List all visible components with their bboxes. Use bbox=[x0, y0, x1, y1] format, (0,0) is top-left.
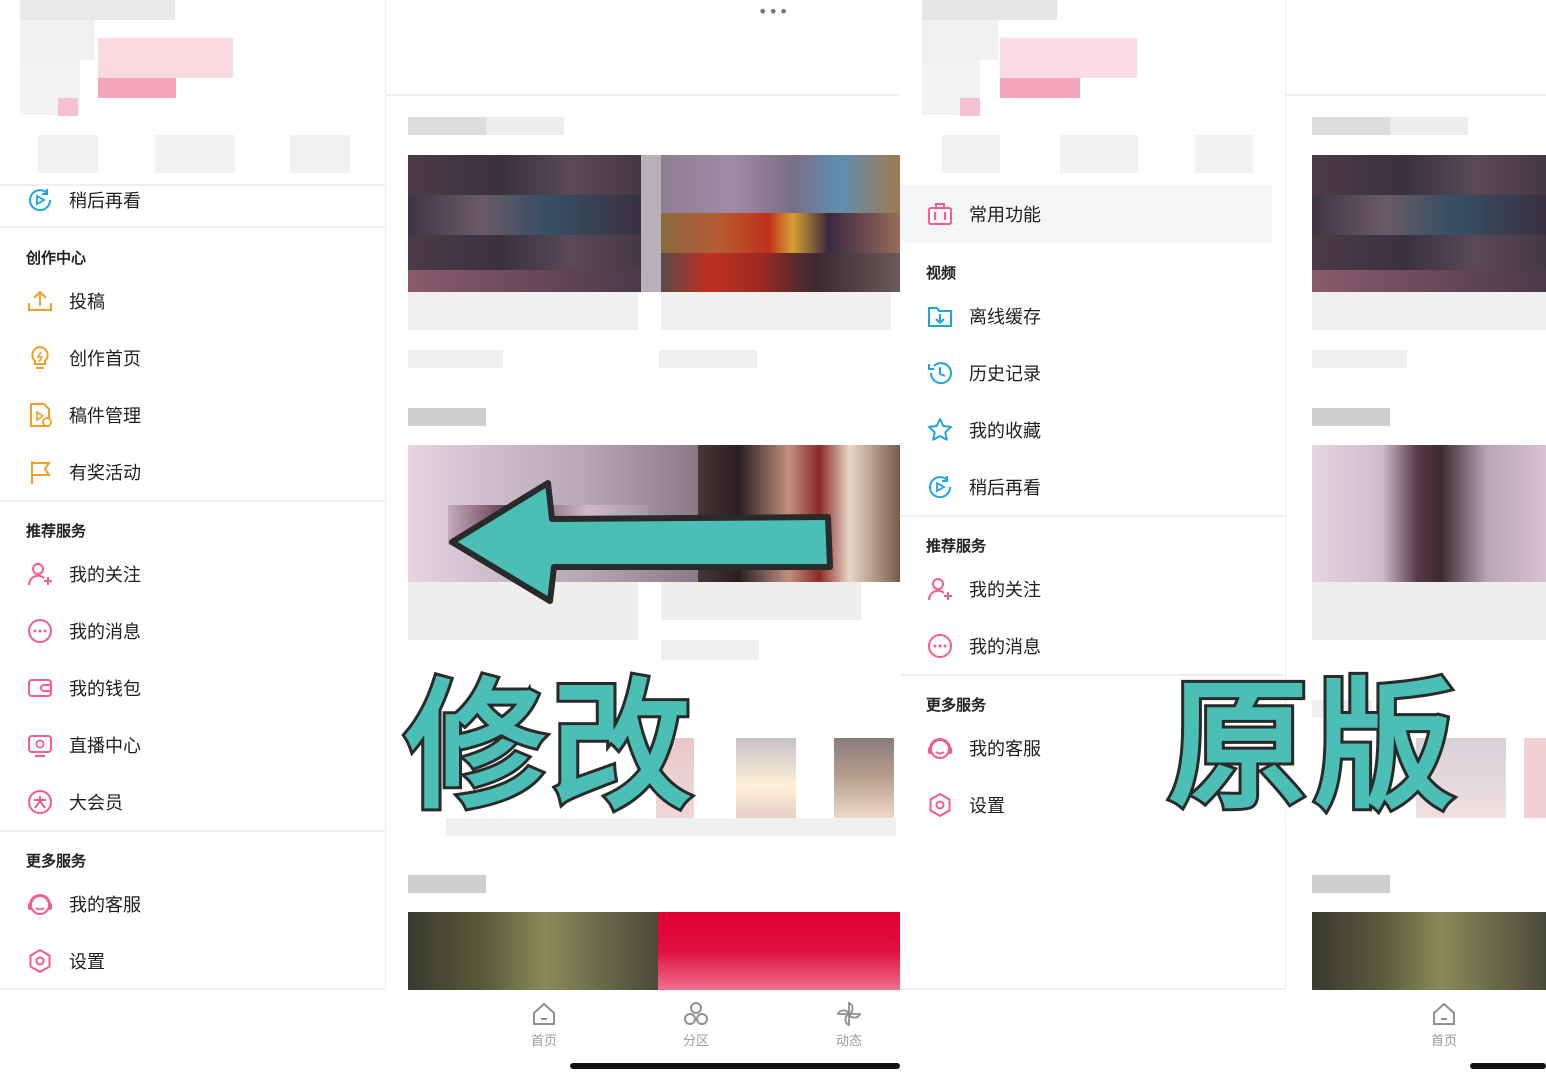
section-title-more: 更多服务 bbox=[26, 852, 87, 870]
menu-item-manuscripts[interactable]: 稿件管理 bbox=[25, 395, 141, 435]
toolbox-icon bbox=[925, 199, 955, 229]
headset-icon bbox=[925, 733, 955, 763]
section-title-video: 视频 bbox=[926, 264, 957, 282]
wallet-icon bbox=[25, 673, 55, 703]
right-screen: 常用功能 视频 离线缓存 历史记录 我的收藏 稍后再看 推荐服务 我的关注 我的… bbox=[900, 0, 1546, 1080]
menu-item-label: 直播中心 bbox=[69, 736, 141, 757]
tab-home[interactable]: 首页 bbox=[514, 1000, 574, 1049]
watch-later-icon bbox=[25, 185, 55, 215]
settings-icon bbox=[25, 946, 55, 976]
video-thumbnail[interactable] bbox=[408, 155, 900, 292]
menu-item-offline-cache[interactable]: 离线缓存 bbox=[925, 296, 1041, 336]
tab-label: 分区 bbox=[682, 1034, 709, 1049]
menu-item-label: 创作首页 bbox=[69, 349, 141, 370]
menu-item-history[interactable]: 历史记录 bbox=[925, 353, 1041, 393]
menu-item-customer-service[interactable]: 我的客服 bbox=[25, 884, 141, 924]
tv-icon bbox=[25, 730, 55, 760]
tab-label: 首页 bbox=[1430, 1034, 1457, 1049]
menu-item-label: 我的钱包 bbox=[69, 679, 141, 700]
original-label: 原版 bbox=[1165, 666, 1461, 829]
menu-item-label: 我的消息 bbox=[969, 637, 1041, 658]
menu-item-label: 我的关注 bbox=[69, 565, 141, 586]
flag-icon bbox=[25, 457, 55, 487]
home-icon bbox=[1414, 1000, 1474, 1028]
message-icon bbox=[25, 616, 55, 646]
menu-item-label: 稍后再看 bbox=[69, 191, 141, 212]
user-add-icon bbox=[925, 574, 955, 604]
menu-item-wallet[interactable]: 我的钱包 bbox=[25, 668, 141, 708]
menu-item-label: 稍后再看 bbox=[969, 478, 1041, 499]
section-title-creation: 创作中心 bbox=[26, 249, 87, 267]
menu-item-messages[interactable]: 我的消息 bbox=[25, 611, 141, 651]
menu-item-label: 我的消息 bbox=[69, 622, 141, 643]
menu-item-label: 设置 bbox=[969, 796, 1005, 817]
category-icon bbox=[666, 1000, 726, 1028]
menu-item-label: 我的客服 bbox=[969, 739, 1041, 760]
tab-label: 动态 bbox=[835, 1034, 862, 1049]
menu-item-creation-home[interactable]: 创作首页 bbox=[25, 338, 141, 378]
menu-item-label: 投稿 bbox=[69, 292, 105, 313]
menu-item-settings[interactable]: 设置 bbox=[925, 785, 1005, 825]
menu-item-label: 稿件管理 bbox=[69, 406, 141, 427]
menu-item-following[interactable]: 我的关注 bbox=[925, 569, 1041, 609]
message-icon bbox=[925, 631, 955, 661]
home-icon bbox=[514, 1000, 574, 1028]
history-icon bbox=[925, 358, 955, 388]
section-title-recommended: 推荐服务 bbox=[926, 537, 987, 555]
section-title-more: 更多服务 bbox=[926, 696, 987, 714]
menu-item-customer-service[interactable]: 我的客服 bbox=[925, 728, 1041, 768]
watch-later-icon bbox=[925, 472, 955, 502]
menu-item-favorites[interactable]: 我的收藏 bbox=[925, 410, 1041, 450]
vip-icon bbox=[25, 787, 55, 817]
upload-icon bbox=[25, 286, 55, 316]
menu-item-watch-later[interactable]: 稍后再看 bbox=[925, 467, 1041, 507]
menu-item-settings[interactable]: 设置 bbox=[25, 941, 105, 981]
left-screen: 稍后再看 创作中心 投稿 创作首页 稿件管理 有奖活动 推荐服务 我的关注 我的… bbox=[0, 0, 900, 1080]
menu-item-label: 常用功能 bbox=[969, 205, 1041, 226]
home-indicator bbox=[570, 1063, 900, 1069]
tab-home[interactable]: 首页 bbox=[1414, 1000, 1474, 1049]
tab-label: 首页 bbox=[530, 1034, 557, 1049]
menu-item-label: 历史记录 bbox=[969, 364, 1041, 385]
menu-item-following[interactable]: 我的关注 bbox=[25, 554, 141, 594]
menu-item-label: 大会员 bbox=[69, 793, 123, 814]
lightbulb-icon bbox=[25, 343, 55, 373]
menu-item-label: 设置 bbox=[69, 952, 105, 973]
menu-item-common-functions[interactable]: 常用功能 bbox=[900, 185, 1272, 243]
menu-item-label: 我的收藏 bbox=[969, 421, 1041, 442]
profile-header-blurred bbox=[0, 0, 386, 185]
user-add-icon bbox=[25, 559, 55, 589]
pinwheel-icon bbox=[819, 1000, 879, 1028]
menu-item-live-center[interactable]: 直播中心 bbox=[25, 725, 141, 765]
headset-icon bbox=[25, 889, 55, 919]
document-play-icon bbox=[25, 400, 55, 430]
menu-item-watch-later[interactable]: 稍后再看 bbox=[25, 180, 141, 220]
video-thumbnail[interactable] bbox=[1312, 445, 1546, 582]
modified-label: 修改 bbox=[402, 666, 698, 829]
menu-item-label: 我的客服 bbox=[69, 895, 141, 916]
star-icon bbox=[925, 415, 955, 445]
menu-item-reward-events[interactable]: 有奖活动 bbox=[25, 452, 141, 492]
menu-item-vip[interactable]: 大会员 bbox=[25, 782, 123, 822]
profile-header-blurred bbox=[900, 0, 1286, 185]
more-options-button[interactable]: ••• bbox=[758, 2, 788, 21]
tab-dynamic[interactable]: 动态 bbox=[819, 1000, 879, 1049]
video-thumbnail[interactable] bbox=[1312, 155, 1546, 292]
menu-item-label: 有奖活动 bbox=[69, 463, 141, 484]
menu-item-label: 我的关注 bbox=[969, 580, 1041, 601]
feed-panel bbox=[1286, 0, 1546, 990]
menu-item-messages[interactable]: 我的消息 bbox=[925, 626, 1041, 666]
menu-item-upload[interactable]: 投稿 bbox=[25, 281, 105, 321]
settings-icon bbox=[925, 790, 955, 820]
menu-item-label: 离线缓存 bbox=[969, 307, 1041, 328]
home-indicator bbox=[1470, 1063, 1546, 1069]
video-thumbnail[interactable] bbox=[1312, 912, 1546, 990]
left-arrow-annotation bbox=[449, 480, 833, 604]
tab-category[interactable]: 分区 bbox=[666, 1000, 726, 1049]
section-title-recommended: 推荐服务 bbox=[26, 522, 87, 540]
download-folder-icon bbox=[925, 301, 955, 331]
video-thumbnail[interactable] bbox=[408, 912, 900, 990]
